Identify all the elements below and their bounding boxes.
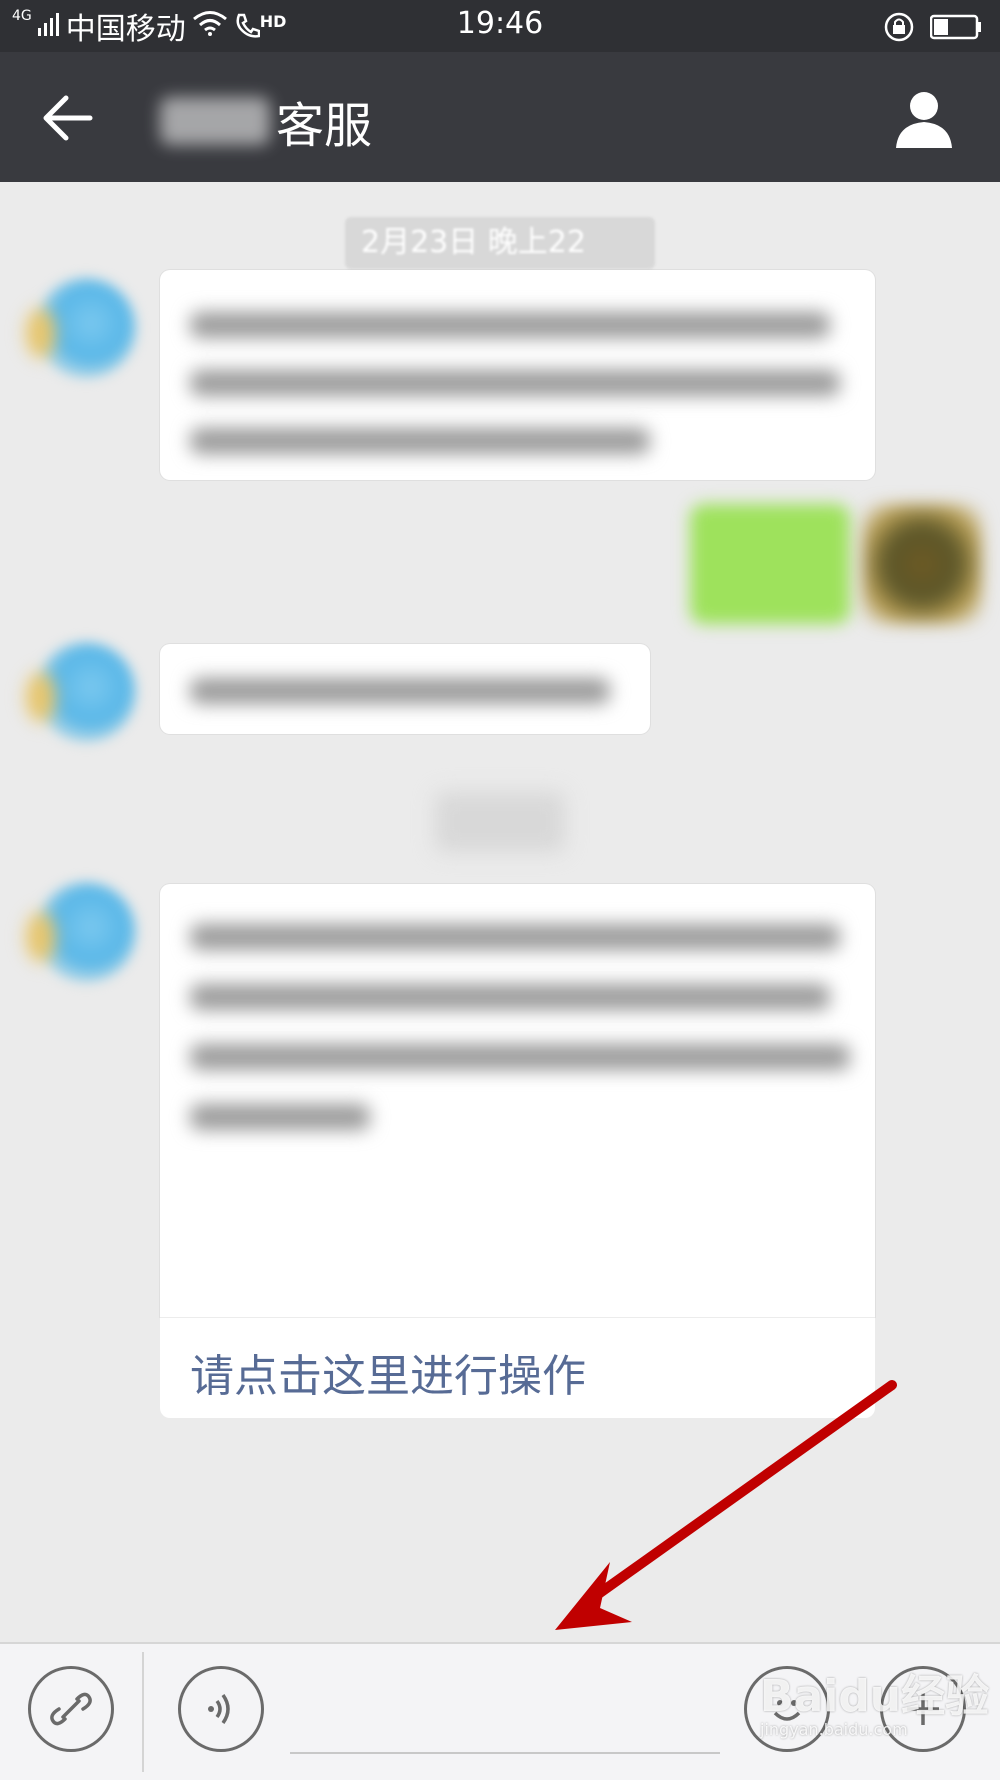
blurred-text xyxy=(190,1044,850,1070)
page-title: 客服 xyxy=(160,86,372,156)
battery-icon xyxy=(929,14,982,44)
rotation-lock-icon xyxy=(882,10,916,48)
received-message-bubble[interactable] xyxy=(160,644,650,734)
sent-message-bubble[interactable] xyxy=(690,504,850,624)
received-message-bubble[interactable] xyxy=(160,270,875,480)
baidu-watermark: Baidu经验 jingyan.baidu.com xyxy=(760,1660,989,1739)
title-bar: 客服 xyxy=(0,52,1000,182)
status-bar: 4G 中国移动 HD 19:46 xyxy=(0,0,1000,52)
voice-button[interactable] xyxy=(178,1666,264,1752)
message-timestamp: 2月23日 晚上22 xyxy=(345,217,655,269)
blurred-text xyxy=(190,1104,370,1130)
operation-link-text[interactable]: 请点击这里进行操作 xyxy=(190,1340,586,1404)
blurred-text xyxy=(190,924,840,950)
profile-button[interactable] xyxy=(892,86,956,150)
watermark-url: jingyan.baidu.com xyxy=(760,1720,908,1739)
back-button[interactable] xyxy=(40,90,96,146)
blurred-text xyxy=(190,984,830,1010)
status-time: 19:46 xyxy=(456,6,544,41)
service-avatar[interactable] xyxy=(36,642,136,742)
chat-area[interactable]: 2月23日 晚上22 请点击这里进行操作 xyxy=(0,182,1000,1642)
service-avatar[interactable] xyxy=(36,278,136,378)
operation-link[interactable]: 请点击这里进行操作 xyxy=(160,1317,875,1418)
redacted-name xyxy=(160,97,270,145)
menu-toggle-button[interactable] xyxy=(28,1666,114,1752)
blurred-text xyxy=(190,370,840,396)
voice-icon xyxy=(208,1693,230,1725)
blurred-text xyxy=(190,428,650,454)
page-title-text: 客服 xyxy=(276,98,373,154)
watermark-brand: Baidu经验 xyxy=(760,1671,990,1722)
link-icon xyxy=(50,1692,92,1726)
person-icon xyxy=(896,92,952,148)
status-right xyxy=(882,10,982,48)
user-avatar[interactable] xyxy=(862,504,982,624)
blurred-text xyxy=(190,678,610,704)
received-message-bubble[interactable] xyxy=(160,884,875,1317)
blurred-separator xyxy=(435,792,565,852)
message-input[interactable] xyxy=(290,1752,720,1754)
service-avatar[interactable] xyxy=(36,882,136,982)
toolbar-divider xyxy=(142,1652,144,1772)
back-arrow-icon xyxy=(43,95,93,141)
blurred-text xyxy=(190,312,830,338)
